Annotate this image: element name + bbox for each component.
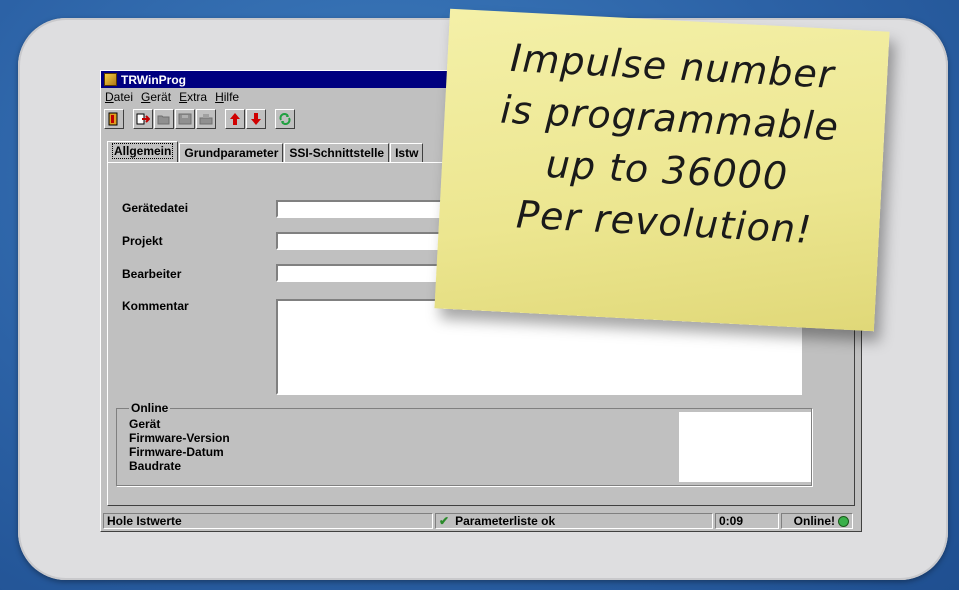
exit-button[interactable] bbox=[104, 109, 124, 129]
menu-hilfe[interactable]: Hilfe bbox=[215, 90, 239, 104]
firmware-version-label: Firmware-Version bbox=[129, 431, 230, 445]
device-import-icon bbox=[136, 113, 150, 125]
sticky-note: Impulse number is programmable up to 360… bbox=[434, 8, 890, 332]
status-parameter-text: Parameterliste ok bbox=[455, 514, 556, 528]
status-online-text: Online! bbox=[793, 514, 835, 528]
open-folder-icon bbox=[157, 115, 170, 125]
baudrate-label: Baudrate bbox=[129, 459, 182, 473]
status-message: Hole Istwerte bbox=[103, 513, 433, 529]
projekt-label: Projekt bbox=[122, 234, 163, 248]
status-parameter: ✔ Parameterliste ok bbox=[435, 513, 713, 529]
tab-ssi-schnittstelle[interactable]: SSI-Schnittstelle bbox=[284, 143, 390, 162]
upload-button[interactable] bbox=[225, 109, 245, 129]
online-groupbox: Online Gerät Firmware-Version Firmware-D… bbox=[116, 401, 812, 486]
status-online: Online! bbox=[781, 513, 853, 529]
menu-geraet[interactable]: Gerät bbox=[141, 90, 171, 104]
geraetedatei-label: Gerätedatei bbox=[122, 201, 189, 215]
online-info-box bbox=[679, 412, 811, 482]
tab-grundparameter[interactable]: Grundparameter bbox=[179, 143, 284, 162]
app-logo-icon bbox=[104, 73, 117, 86]
firmware-datum-label: Firmware-Datum bbox=[129, 445, 224, 459]
sticky-note-text: Impulse number is programmable up to 360… bbox=[468, 30, 868, 258]
tab-istwerte[interactable]: Istw bbox=[390, 143, 424, 162]
menu-extra[interactable]: Extra bbox=[179, 90, 207, 104]
status-time: 0:09 bbox=[715, 513, 779, 529]
print-icon bbox=[199, 114, 213, 125]
refresh-button[interactable] bbox=[275, 109, 295, 129]
open-button[interactable] bbox=[154, 109, 174, 129]
checkmark-icon: ✔ bbox=[439, 514, 450, 528]
kommentar-label: Kommentar bbox=[122, 299, 189, 313]
bearbeiter-label: Bearbeiter bbox=[122, 267, 182, 281]
online-group-title: Online bbox=[129, 401, 171, 415]
geraet-label: Gerät bbox=[129, 417, 161, 431]
tab-strip: Allgemein Grundparameter SSI-Schnittstel… bbox=[107, 141, 424, 162]
menu-datei[interactable]: Datei bbox=[105, 90, 133, 104]
refresh-icon bbox=[279, 113, 291, 125]
status-bar: Hole Istwerte ✔ Parameterliste ok 0:09 O… bbox=[103, 513, 859, 529]
print-button[interactable] bbox=[196, 109, 216, 129]
tab-allgemein[interactable]: Allgemein bbox=[107, 141, 179, 162]
download-button[interactable] bbox=[246, 109, 266, 129]
exit-icon bbox=[108, 112, 118, 126]
device-import-button[interactable] bbox=[133, 109, 153, 129]
save-disk-icon bbox=[178, 113, 192, 125]
window-title: TRWinProg bbox=[121, 72, 186, 87]
arrow-up-icon bbox=[230, 113, 240, 125]
online-led-icon bbox=[838, 515, 849, 527]
save-button[interactable] bbox=[175, 109, 195, 129]
arrow-down-icon bbox=[251, 113, 261, 125]
